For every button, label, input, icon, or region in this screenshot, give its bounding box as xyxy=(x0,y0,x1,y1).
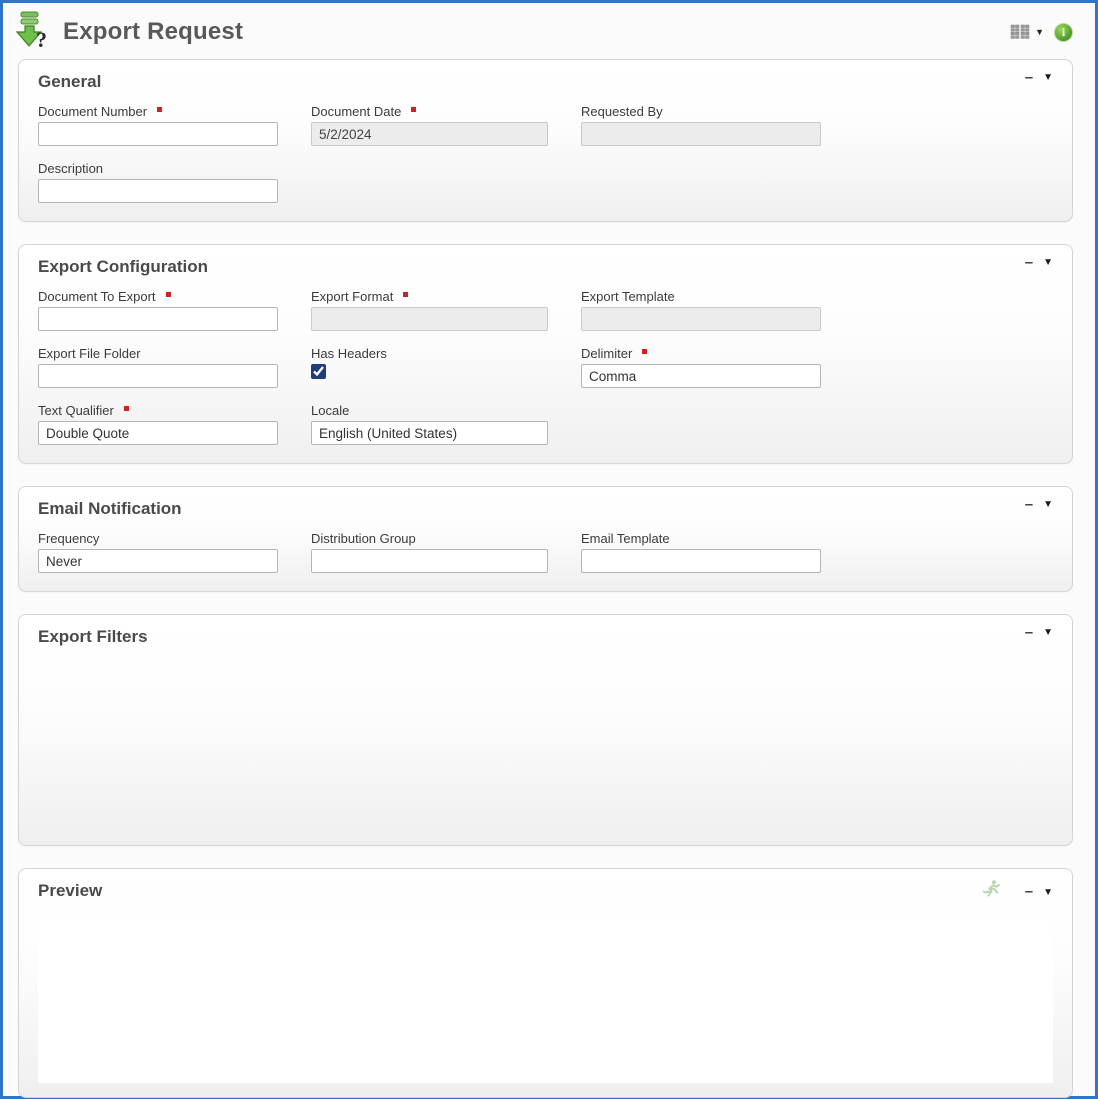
section-general-title: General xyxy=(38,72,101,92)
field-export-file-folder: Export File Folder xyxy=(38,346,278,388)
field-document-number: Document Number xyxy=(38,104,278,146)
chevron-down-icon: ▼ xyxy=(1035,27,1044,37)
export-filters-empty-area xyxy=(38,659,1053,831)
section-export-configuration: Export Configuration – ▼ Document To Exp… xyxy=(18,244,1073,464)
collapse-icon[interactable]: – xyxy=(1025,887,1033,897)
distribution-group-input[interactable] xyxy=(311,549,548,573)
section-export-filters: Export Filters – ▼ xyxy=(18,614,1073,846)
distribution-group-label: Distribution Group xyxy=(311,531,416,546)
export-file-folder-input[interactable] xyxy=(38,364,278,388)
has-headers-checkbox[interactable] xyxy=(311,364,326,379)
field-frequency: Frequency xyxy=(38,531,278,573)
field-email-template: Email Template xyxy=(581,531,821,573)
chevron-down-icon[interactable]: ▼ xyxy=(1043,627,1053,638)
collapse-icon[interactable]: – xyxy=(1025,258,1033,268)
text-qualifier-label: Text Qualifier xyxy=(38,403,114,418)
frequency-label: Frequency xyxy=(38,531,99,546)
required-icon xyxy=(124,406,129,411)
document-date-label: Document Date xyxy=(311,104,401,119)
email-template-label: Email Template xyxy=(581,531,670,546)
description-label: Description xyxy=(38,161,103,176)
export-request-icon: ? xyxy=(15,10,53,55)
email-template-input[interactable] xyxy=(581,549,821,573)
section-preview: Preview – ▼ xyxy=(18,868,1073,1098)
section-preview-title: Preview xyxy=(38,881,102,901)
description-input[interactable] xyxy=(38,179,278,203)
document-number-label: Document Number xyxy=(38,104,147,119)
delimiter-input[interactable] xyxy=(581,364,821,388)
field-description: Description xyxy=(38,161,278,203)
export-template-label: Export Template xyxy=(581,289,675,304)
collapse-icon[interactable]: – xyxy=(1025,73,1033,83)
field-document-date: Document Date xyxy=(311,104,548,146)
export-format-input xyxy=(311,307,548,331)
requested-by-label: Requested By xyxy=(581,104,663,119)
svg-text:?: ? xyxy=(36,27,47,50)
chevron-down-icon[interactable]: ▼ xyxy=(1043,887,1053,898)
required-icon xyxy=(411,107,416,112)
required-icon xyxy=(403,292,408,297)
chevron-down-icon[interactable]: ▼ xyxy=(1043,499,1053,510)
section-export-configuration-title: Export Configuration xyxy=(38,257,208,277)
document-to-export-label: Document To Export xyxy=(38,289,156,304)
run-preview-icon[interactable] xyxy=(982,879,1001,903)
requested-by-input xyxy=(581,122,821,146)
section-export-filters-title: Export Filters xyxy=(38,627,148,647)
field-document-to-export: Document To Export xyxy=(38,289,278,331)
section-email-notification: Email Notification – ▼ Frequency Distrib… xyxy=(18,486,1073,592)
required-icon xyxy=(642,349,647,354)
required-icon xyxy=(166,292,171,297)
export-format-label: Export Format xyxy=(311,289,393,304)
field-locale: Locale xyxy=(311,403,548,445)
field-export-format: Export Format xyxy=(311,289,548,331)
chevron-down-icon[interactable]: ▼ xyxy=(1043,72,1053,83)
field-requested-by: Requested By xyxy=(581,104,821,146)
frequency-input[interactable] xyxy=(38,549,278,573)
locale-label: Locale xyxy=(311,403,349,418)
delimiter-label: Delimiter xyxy=(581,346,632,361)
field-distribution-group: Distribution Group xyxy=(311,531,548,573)
field-text-qualifier: Text Qualifier xyxy=(38,403,278,445)
page-header: ? Export Request ▼ i xyxy=(3,3,1095,59)
text-qualifier-input[interactable] xyxy=(38,421,278,445)
document-to-export-input[interactable] xyxy=(38,307,278,331)
field-export-template: Export Template xyxy=(581,289,821,331)
info-icon[interactable]: i xyxy=(1054,23,1073,42)
export-file-folder-label: Export File Folder xyxy=(38,346,141,361)
page-title: Export Request xyxy=(63,18,243,46)
column-chooser-icon xyxy=(1010,24,1032,41)
column-chooser-button[interactable]: ▼ xyxy=(1010,24,1044,41)
preview-output-area xyxy=(38,915,1053,1083)
document-number-input[interactable] xyxy=(38,122,278,146)
document-date-input xyxy=(311,122,548,146)
section-general: General – ▼ Document Number Document Dat… xyxy=(18,59,1073,222)
export-template-input xyxy=(581,307,821,331)
locale-input[interactable] xyxy=(311,421,548,445)
has-headers-label: Has Headers xyxy=(311,346,387,361)
field-delimiter: Delimiter xyxy=(581,346,821,388)
required-icon xyxy=(157,107,162,112)
collapse-icon[interactable]: – xyxy=(1025,628,1033,638)
field-has-headers: Has Headers xyxy=(311,346,548,388)
chevron-down-icon[interactable]: ▼ xyxy=(1043,257,1053,268)
collapse-icon[interactable]: – xyxy=(1025,500,1033,510)
section-email-notification-title: Email Notification xyxy=(38,499,182,519)
